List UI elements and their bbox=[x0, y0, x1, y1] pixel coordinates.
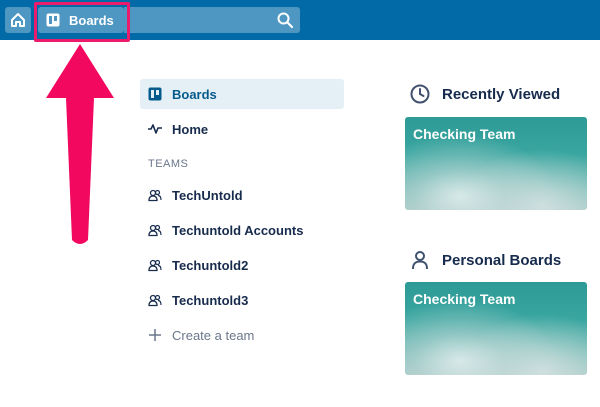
create-team-label: Create a team bbox=[172, 327, 255, 343]
sidebar-item-home[interactable]: Home bbox=[140, 114, 344, 144]
sidebar-item-team[interactable]: Techuntold3 bbox=[140, 285, 344, 315]
team-icon bbox=[148, 259, 162, 272]
board-icon bbox=[148, 87, 162, 101]
activity-icon bbox=[148, 124, 162, 134]
team-icon bbox=[148, 224, 162, 237]
team-icon bbox=[148, 189, 162, 202]
highlight-box bbox=[34, 2, 130, 42]
team-icon bbox=[148, 294, 162, 307]
team-label: Techuntold3 bbox=[172, 292, 249, 308]
create-team-button[interactable]: Create a team bbox=[140, 320, 344, 350]
personal-boards-heading: Personal Boards bbox=[410, 250, 561, 270]
sidebar-item-label: Boards bbox=[172, 86, 217, 102]
recently-viewed-title: Recently Viewed bbox=[442, 85, 561, 103]
sidebar-item-team[interactable]: Techuntold2 bbox=[140, 250, 344, 280]
sidebar-item-team[interactable]: Techuntold Accounts bbox=[140, 215, 344, 245]
team-label: Techuntold2 bbox=[172, 257, 249, 273]
recently-viewed-heading: Recently Viewed bbox=[410, 84, 560, 104]
plus-icon bbox=[149, 329, 161, 341]
team-label: Techuntold Accounts bbox=[172, 222, 304, 238]
sidebar: Boards Home TEAMS TechUntold Techuntold … bbox=[140, 79, 344, 350]
board-tile-title: Checking Team bbox=[413, 126, 516, 142]
clock-icon bbox=[410, 84, 430, 104]
sidebar-item-boards[interactable]: Boards bbox=[140, 79, 344, 109]
board-tile-personal[interactable]: Checking Team bbox=[405, 282, 587, 375]
arrow-annotation bbox=[46, 44, 114, 244]
teams-heading: TEAMS bbox=[148, 158, 189, 170]
sidebar-item-team[interactable]: TechUntold bbox=[140, 180, 344, 210]
team-label: TechUntold bbox=[172, 187, 243, 203]
home-icon bbox=[11, 13, 25, 27]
sidebar-item-label: Home bbox=[172, 121, 209, 137]
person-icon bbox=[412, 251, 428, 270]
home-button[interactable] bbox=[5, 7, 31, 33]
search-input[interactable] bbox=[124, 7, 300, 33]
board-tile-recent[interactable]: Checking Team bbox=[405, 117, 587, 210]
board-tile-title: Checking Team bbox=[413, 291, 516, 307]
search-icon[interactable] bbox=[276, 11, 294, 29]
personal-boards-title: Personal Boards bbox=[442, 251, 562, 269]
